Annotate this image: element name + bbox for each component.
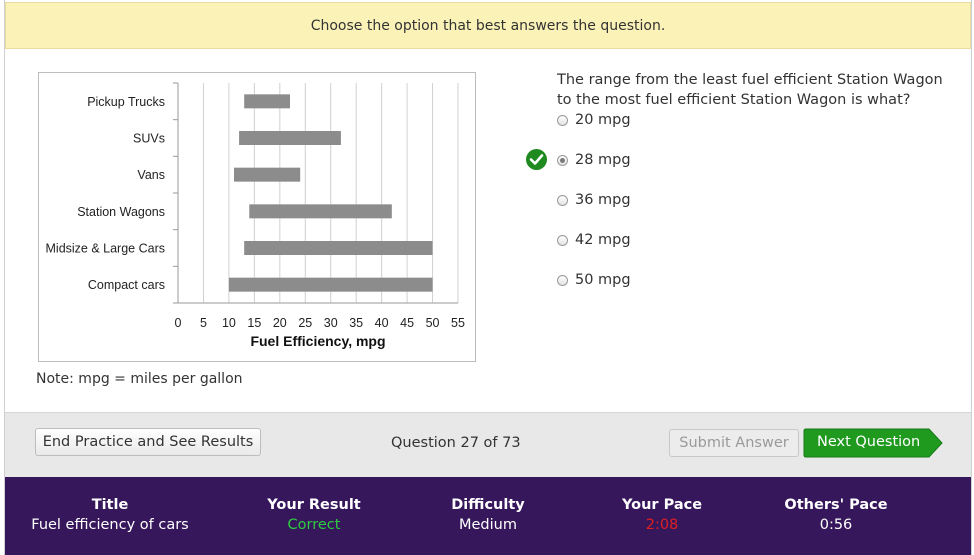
- range-bar: [249, 204, 392, 219]
- stat-result-heading: Your Result: [267, 497, 361, 513]
- check-circle-icon: [526, 149, 547, 170]
- range-bar: [239, 131, 341, 145]
- stat-title: Title Fuel efficiency of cars: [25, 497, 195, 533]
- category-label: Station Wagons: [77, 205, 165, 219]
- x-tick-label: 30: [324, 316, 338, 330]
- next-question-button[interactable]: Next Question: [803, 428, 943, 458]
- stat-title-value: Fuel efficiency of cars: [31, 517, 189, 533]
- range-bar: [228, 277, 433, 292]
- x-tick-label: 20: [273, 316, 287, 330]
- x-tick-label: 50: [426, 316, 440, 330]
- next-question-label: Next Question: [817, 434, 921, 450]
- stat-difficulty-value: Medium: [459, 517, 517, 533]
- x-axis-label: Fuel Efficiency, mpg: [250, 333, 385, 349]
- submit-answer-button[interactable]: Submit Answer: [669, 429, 799, 457]
- chart-note: Note: mpg = miles per gallon: [36, 371, 243, 387]
- question-text: The range from the least fuel efficient …: [557, 72, 943, 108]
- x-tick-label: 15: [247, 316, 261, 330]
- x-tick-label: 55: [451, 316, 465, 330]
- stats-panel: Title Fuel efficiency of cars Your Resul…: [5, 477, 971, 555]
- x-tick-label: 0: [175, 316, 182, 330]
- option-28[interactable]: 28 mpg: [557, 150, 631, 170]
- stat-pace-value: 2:08: [645, 517, 679, 533]
- x-tick-label: 40: [375, 316, 389, 330]
- end-practice-button[interactable]: End Practice and See Results: [35, 428, 261, 456]
- option-label: 42 mpg: [575, 232, 631, 248]
- x-tick-label: 25: [298, 316, 312, 330]
- option-50[interactable]: 50 mpg: [557, 270, 631, 290]
- option-label: 50 mpg: [575, 272, 631, 288]
- category-label: Vans: [137, 168, 165, 182]
- option-36[interactable]: 36 mpg: [557, 190, 631, 210]
- range-chart: Pickup Trucks SUVs Vans Station Wagons Midsi…: [46, 82, 465, 349]
- radio-button[interactable]: [557, 194, 568, 206]
- option-20[interactable]: 20 mpg: [557, 110, 631, 130]
- stat-difficulty-heading: Difficulty: [451, 497, 525, 513]
- option-label: 28 mpg: [575, 152, 631, 168]
- range-bar: [244, 94, 290, 109]
- option-42[interactable]: 42 mpg: [557, 230, 631, 250]
- instruction-banner: Choose the option that best answers the …: [5, 2, 971, 49]
- instruction-text: Choose the option that best answers the …: [310, 17, 666, 34]
- stat-pace-heading: Your Pace: [621, 497, 703, 513]
- radio-button-selected[interactable]: [557, 154, 568, 166]
- x-tick-label: 35: [349, 316, 363, 330]
- stat-others-heading: Others' Pace: [784, 497, 888, 513]
- radio-button[interactable]: [557, 274, 568, 286]
- stat-title-heading: Title: [91, 497, 129, 513]
- stat-difficulty: Difficulty Medium: [403, 497, 573, 533]
- category-label: Pickup Trucks: [87, 95, 165, 109]
- stat-result: Your Result Correct: [229, 497, 399, 533]
- category-label: SUVs: [133, 132, 165, 146]
- stat-others-pace: Others' Pace 0:56: [751, 497, 921, 533]
- radio-button[interactable]: [557, 234, 568, 246]
- range-bar: [234, 167, 301, 182]
- option-label: 20 mpg: [575, 112, 631, 128]
- chart-container: Pickup Trucks SUVs Vans Station Wagons Midsi…: [38, 72, 476, 362]
- question-counter: Question 27 of 73: [391, 435, 521, 451]
- x-tick-label: 10: [222, 316, 236, 330]
- x-tick-label: 5: [200, 316, 207, 330]
- category-label: Compact cars: [88, 278, 165, 292]
- stat-others-value: 0:56: [819, 517, 853, 533]
- x-tick-label: 45: [400, 316, 414, 330]
- option-label: 36 mpg: [575, 192, 631, 208]
- radio-button[interactable]: [557, 114, 568, 126]
- stat-result-value: Correct: [287, 517, 341, 533]
- category-label: Midsize & Large Cars: [46, 242, 166, 256]
- stat-pace: Your Pace 2:08: [577, 497, 747, 533]
- range-bar: [244, 241, 433, 255]
